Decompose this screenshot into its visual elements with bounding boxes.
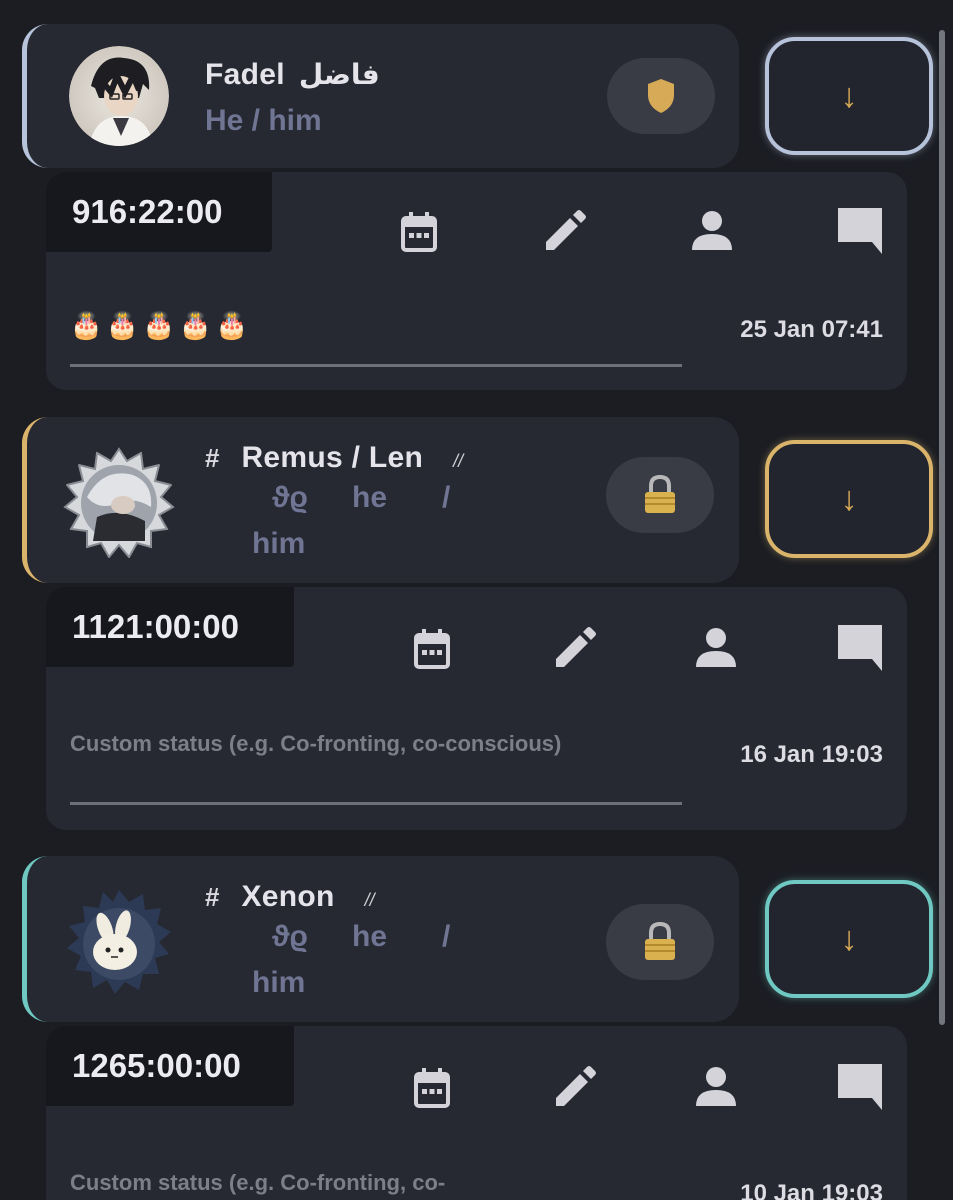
member-header-remus[interactable]: # Remus / Len // ϑϱ he / him: [22, 417, 739, 583]
calendar-button[interactable]: [404, 1060, 460, 1116]
chat-icon: [838, 625, 882, 671]
status-placeholder: Custom status (e.g. Co-fronting, co-: [70, 1170, 446, 1195]
member-card-fadel: 916:22:00 🎂🎂🎂🎂🎂 25 Jan 07:41: [46, 172, 907, 390]
shield-icon: [648, 79, 674, 113]
scrollbar-thumb[interactable]: [939, 30, 945, 1025]
pronoun-symbol: ϑϱ: [272, 481, 308, 514]
pencil-icon: [556, 1066, 596, 1106]
arrow-down-icon: ↓: [840, 919, 858, 958]
member-list: Fadel فاضل He / him ↓ 916:22:00 🎂🎂🎂🎂🎂 25…: [0, 0, 953, 1200]
avatar[interactable]: [69, 46, 169, 146]
profile-button[interactable]: [688, 1058, 744, 1114]
pronoun-symbol: ϑϱ: [272, 920, 308, 953]
member-hash: #: [205, 443, 220, 473]
member-hash: #: [205, 882, 220, 912]
member-pronouns: He / him: [205, 104, 322, 137]
profile-button[interactable]: [688, 619, 744, 675]
lock-icon: [645, 922, 675, 960]
profile-button[interactable]: [684, 202, 740, 258]
person-icon: [696, 628, 736, 667]
privacy-badge-button[interactable]: [606, 904, 714, 980]
front-timestamp: 10 Jan 19:03: [740, 1180, 883, 1200]
comment-button[interactable]: [832, 1058, 888, 1114]
pronoun-part: /: [442, 481, 451, 514]
comment-button[interactable]: [832, 619, 888, 675]
comment-button[interactable]: [832, 202, 888, 258]
member-card-remus: 1121:00:00 Custom status (e.g. Co-fronti…: [46, 587, 907, 830]
jump-button[interactable]: ↓: [765, 440, 933, 558]
edit-button[interactable]: [546, 1058, 602, 1114]
privacy-badge-button[interactable]: [607, 58, 715, 134]
lock-icon: [645, 475, 675, 513]
pencil-icon: [546, 210, 586, 250]
jump-button[interactable]: ↓: [765, 880, 933, 998]
member-header-fadel[interactable]: Fadel فاضل He / him: [22, 24, 739, 168]
person-icon: [692, 211, 732, 250]
status-placeholder: Custom status (e.g. Co-fronting, co-cons…: [70, 731, 562, 756]
pronoun-part: he: [352, 920, 388, 953]
member-name: Xenon: [241, 880, 335, 913]
front-timestamp: 25 Jan 07:41: [740, 316, 883, 343]
edit-button[interactable]: [546, 619, 602, 675]
arrow-down-icon: ↓: [840, 76, 858, 115]
edit-button[interactable]: [536, 202, 592, 258]
member-card-xenon: 1265:00:00 Custom status (e.g. Co-fronti…: [46, 1026, 907, 1200]
member-header-xenon[interactable]: # Xenon // ϑϱ he / him: [22, 856, 739, 1022]
calendar-button[interactable]: [404, 621, 460, 677]
member-name: Fadel: [205, 58, 285, 91]
chat-icon: [838, 1064, 882, 1110]
front-timestamp: 16 Jan 19:03: [740, 741, 883, 768]
status-field[interactable]: 🎂🎂🎂🎂🎂: [70, 310, 682, 367]
arrow-down-icon: ↓: [840, 479, 858, 518]
status-text: 🎂🎂🎂🎂🎂: [70, 310, 252, 340]
avatar[interactable]: [63, 886, 175, 998]
pronoun-part: him: [252, 527, 306, 560]
pronoun-part: he: [352, 481, 388, 514]
scrollbar[interactable]: [939, 30, 945, 1030]
member-name: Remus / Len: [241, 441, 424, 474]
avatar[interactable]: [63, 447, 175, 559]
edit-mark: //: [453, 451, 464, 471]
calendar-icon: [401, 212, 437, 252]
edit-mark: //: [364, 890, 375, 910]
member-alt-name: فاضل: [298, 58, 380, 91]
chat-icon: [838, 208, 882, 254]
calendar-button[interactable]: [391, 204, 447, 260]
pencil-icon: [556, 627, 596, 667]
status-field[interactable]: Custom status (e.g. Co-fronting, co-: [70, 1168, 682, 1200]
pronoun-part: him: [252, 966, 306, 999]
status-field[interactable]: Custom status (e.g. Co-fronting, co-cons…: [70, 729, 682, 805]
calendar-icon: [414, 629, 450, 669]
jump-button[interactable]: ↓: [765, 37, 933, 155]
calendar-icon: [414, 1068, 450, 1108]
pronoun-part: /: [442, 920, 451, 953]
person-icon: [696, 1067, 736, 1106]
privacy-badge-button[interactable]: [606, 457, 714, 533]
